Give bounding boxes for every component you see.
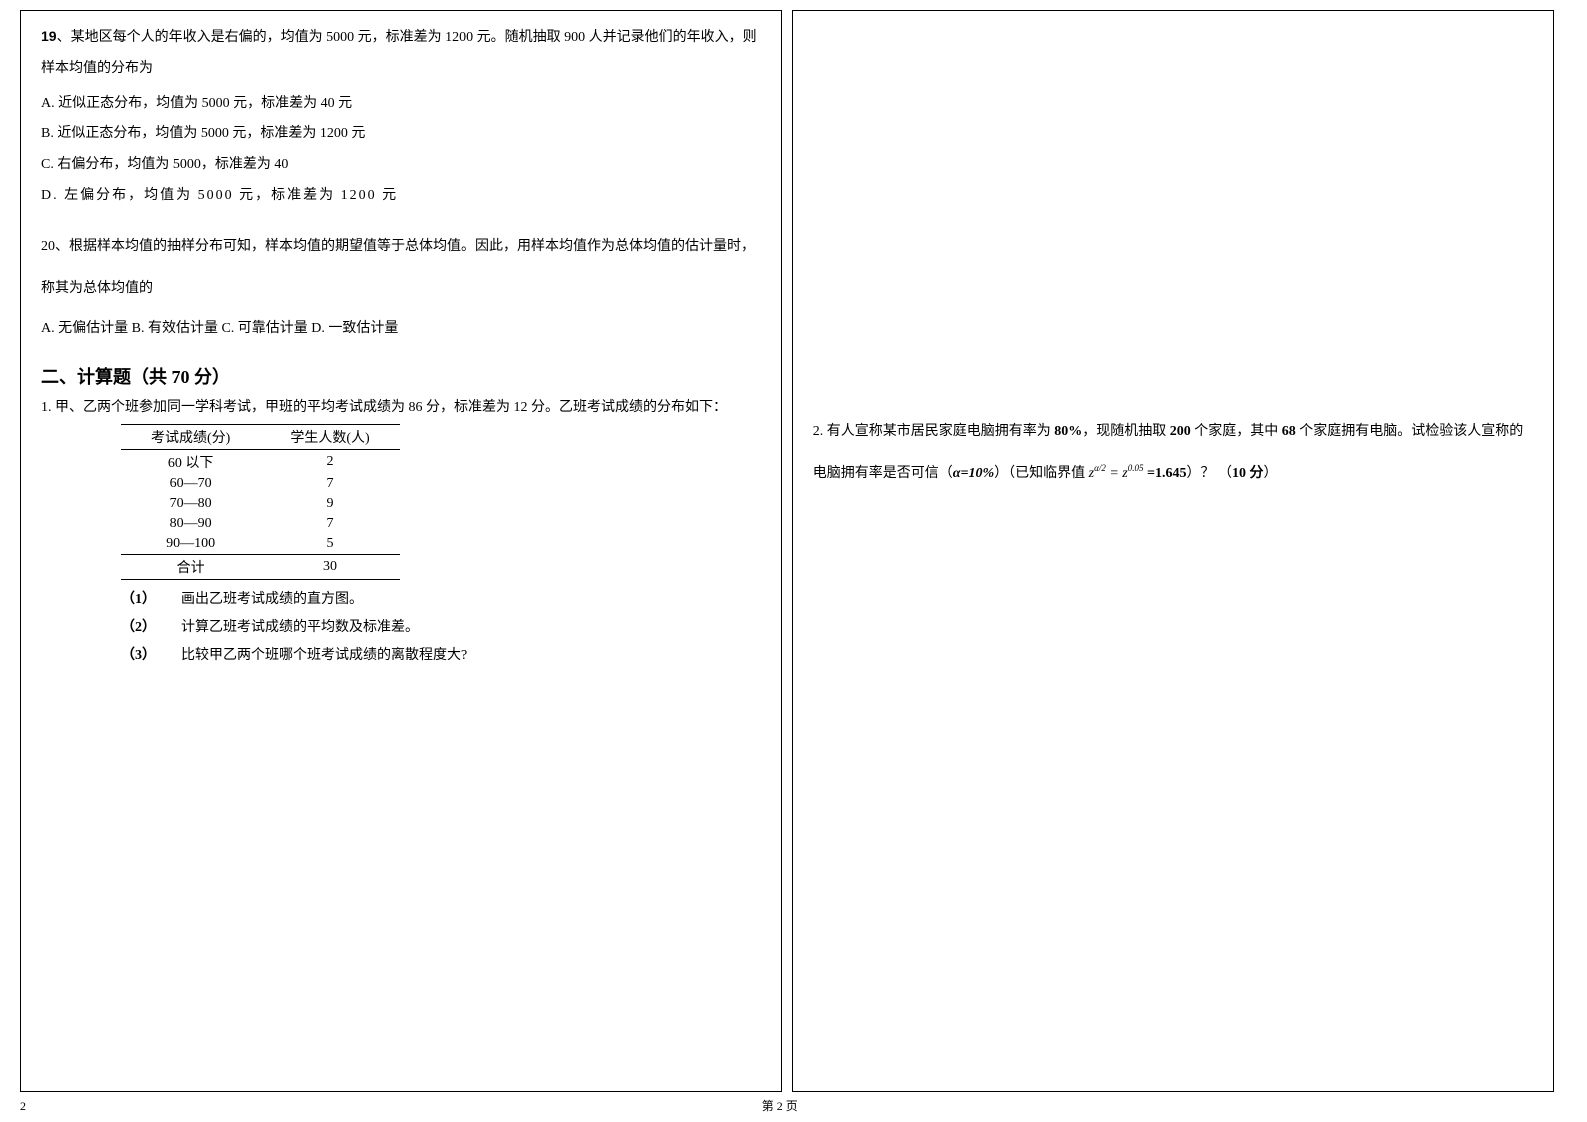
- q20-options: A. 无偏估计量 B. 有效估计量 C. 可靠估计量 D. 一致估计量: [41, 314, 761, 345]
- table-row: 70—809: [121, 494, 400, 514]
- score-table: 考试成绩(分) 学生人数(人) 60 以下2 60—707 70—809 80—…: [121, 424, 400, 580]
- subquestion-2: （2）计算乙班考试成绩的平均数及标准差。: [121, 614, 761, 642]
- page-number-center: 第 2 页: [762, 1097, 798, 1114]
- calc-q2: 2. 有人宣称某市居民家庭电脑拥有率为 80%，现随机抽取 200 个家庭，其中…: [813, 411, 1533, 495]
- table-total-row: 合计30: [121, 554, 400, 579]
- q20-text: 、根据样本均值的抽样分布可知，样本均值的期望值等于总体均值。因此，用样本均值作为…: [41, 239, 755, 296]
- q19-text: 、某地区每个人的年收入是右偏的，均值为 5000 元，标准差为 1200 元。随…: [41, 30, 757, 76]
- table-header-count: 学生人数(人): [260, 424, 399, 449]
- left-column: 19、某地区每个人的年收入是右偏的，均值为 5000 元，标准差为 1200 元…: [20, 10, 782, 1092]
- q19-option-a: A. 近似正态分布，均值为 5000 元，标准差为 40 元: [41, 89, 761, 120]
- subquestion-3: （3）比较甲乙两个班哪个班考试成绩的离散程度大?: [121, 642, 761, 670]
- q19-option-d: D. 左偏分布，均值为 5000 元，标准差为 1200 元: [41, 181, 761, 212]
- table-row: 60—707: [121, 474, 400, 494]
- section-2-title: 二、计算题（共 70 分）: [41, 363, 761, 389]
- question-20: 20、根据样本均值的抽样分布可知，样本均值的期望值等于总体均值。因此，用样本均值…: [41, 226, 761, 310]
- right-column: 2. 有人宣称某市居民家庭电脑拥有率为 80%，现随机抽取 200 个家庭，其中…: [792, 10, 1554, 1092]
- table-header-score: 考试成绩(分): [121, 424, 260, 449]
- q19-option-b: B. 近似正态分布，均值为 5000 元，标准差为 1200 元: [41, 119, 761, 150]
- q19-option-c: C. 右偏分布，均值为 5000，标准差为 40: [41, 150, 761, 181]
- critical-value-formula: zα/2 = z0.05: [1089, 466, 1144, 481]
- table-row: 80—907: [121, 514, 400, 534]
- table-row: 90—1005: [121, 534, 400, 555]
- question-19: 19、某地区每个人的年收入是右偏的，均值为 5000 元，标准差为 1200 元…: [41, 21, 761, 85]
- table-row: 60 以下2: [121, 449, 400, 474]
- calc-q1-text: 1. 甲、乙两个班参加同一学科考试，甲班的平均考试成绩为 86 分，标准差为 1…: [41, 395, 761, 420]
- page-number-left: 2: [20, 1099, 26, 1114]
- subquestion-1: （1）画出乙班考试成绩的直方图。: [121, 586, 761, 614]
- q19-number: 19: [41, 28, 57, 44]
- q20-number: 20: [41, 239, 55, 254]
